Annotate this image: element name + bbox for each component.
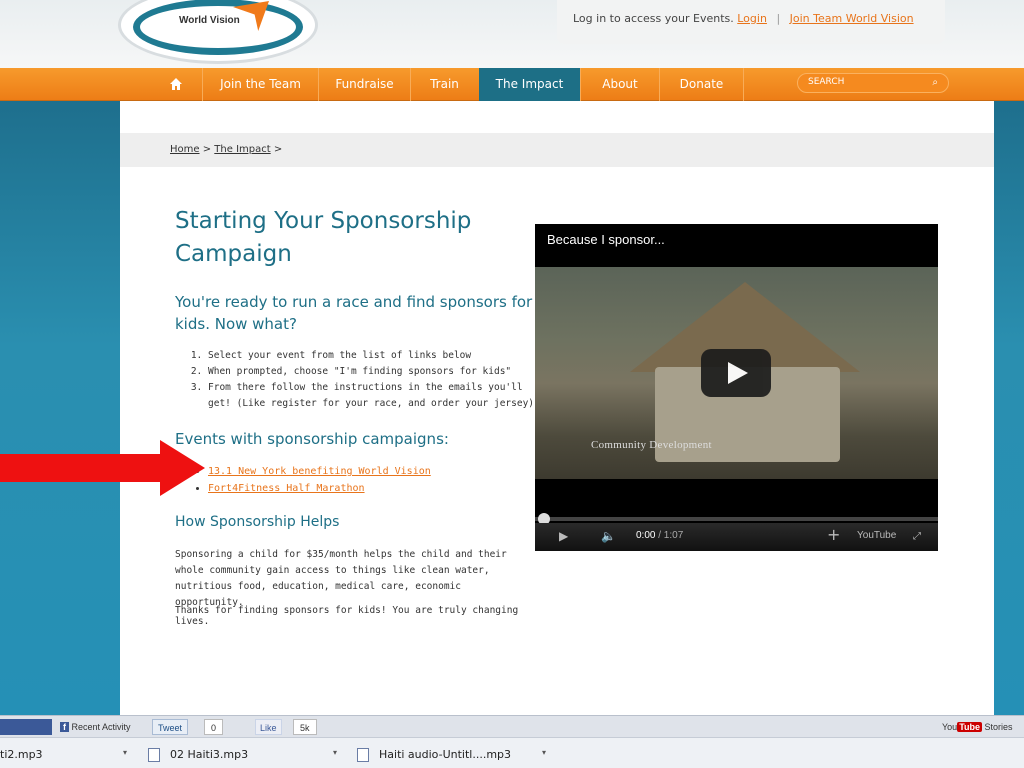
like-count: 5k bbox=[293, 719, 317, 735]
breadcrumb-the-impact[interactable]: The Impact bbox=[214, 144, 270, 155]
youtube-you: You bbox=[942, 722, 958, 732]
social-toolbar: f Recent Activity Tweet 0 Like 5k You Tub… bbox=[0, 715, 1024, 737]
fullscreen-icon[interactable]: ⤢ bbox=[913, 531, 921, 542]
video-title[interactable]: Because I sponsor... bbox=[547, 232, 665, 247]
add-icon[interactable]: + bbox=[827, 525, 840, 544]
stories-label: Stories bbox=[984, 722, 1013, 732]
search-icon[interactable]: ⌕ bbox=[932, 77, 938, 88]
world-vision-logo[interactable]: World Vision bbox=[118, 0, 318, 64]
play-overlay-button[interactable] bbox=[701, 349, 771, 397]
download-menu-icon[interactable]: ▾ bbox=[123, 748, 127, 757]
video-time: 0:00 / 1:07 bbox=[636, 530, 683, 541]
video-player[interactable]: Because I sponsor... Community Developme… bbox=[535, 224, 938, 551]
youtube-tube: Tube bbox=[957, 722, 983, 732]
like-button[interactable]: Like bbox=[255, 719, 282, 735]
event-link-13-1-new-york[interactable]: 13.1 New York benefiting World Vision bbox=[208, 466, 431, 477]
recent-activity-label: Recent Activity bbox=[71, 722, 131, 732]
login-prompt: Log in to access your Events. bbox=[573, 12, 734, 25]
download-menu-icon[interactable]: ▾ bbox=[333, 748, 337, 757]
logo-ring-shape bbox=[133, 0, 303, 55]
breadcrumb-separator: > bbox=[273, 144, 283, 155]
video-controls: ▶ 🔈 0:00 / 1:07 + YouTube ⤢ bbox=[535, 523, 938, 551]
download-filename: ti2.mp3 bbox=[0, 748, 43, 761]
download-filename: 02 Haiti3.mp3 bbox=[170, 748, 249, 761]
event-item: 13.1 New York benefiting World Vision bbox=[208, 463, 431, 480]
breadcrumb-separator: > bbox=[202, 144, 212, 155]
breadcrumb: Home > The Impact > bbox=[170, 144, 282, 155]
page-title: Starting Your Sponsorship Campaign bbox=[175, 208, 472, 267]
login-separator: | bbox=[776, 12, 781, 25]
nav-donate[interactable]: Donate bbox=[659, 68, 744, 101]
thumbnail-caption: Community Development bbox=[591, 439, 712, 451]
audio-file-icon bbox=[357, 748, 369, 762]
tweet-count: 0 bbox=[204, 719, 224, 735]
nav-the-impact[interactable]: The Impact bbox=[479, 68, 580, 101]
site-header: World Vision Log in to access your Event… bbox=[0, 0, 1024, 68]
red-arrow-annotation bbox=[0, 440, 205, 496]
help-paragraph: Sponsoring a child for $35/month helps t… bbox=[175, 549, 507, 608]
nav-fundraise[interactable]: Fundraise bbox=[318, 68, 410, 101]
youtube-logo[interactable]: YouTube bbox=[857, 530, 896, 541]
recent-activity[interactable]: f Recent Activity bbox=[60, 719, 131, 735]
facebook-icon: f bbox=[60, 722, 69, 732]
nav-home[interactable] bbox=[150, 68, 202, 101]
social-icons-strip[interactable] bbox=[0, 719, 52, 735]
events-list: 13.1 New York benefiting World Vision Fo… bbox=[208, 463, 431, 497]
logo-text: World Vision bbox=[179, 15, 240, 26]
thanks-paragraph: Thanks for finding sponsors for kids! Yo… bbox=[175, 605, 519, 627]
event-item: Fort4Fitness Half Marathon bbox=[208, 480, 431, 497]
nav-train[interactable]: Train bbox=[410, 68, 478, 101]
download-filename: Haiti audio-Untitl....mp3 bbox=[379, 748, 512, 761]
search-placeholder: SEARCH bbox=[808, 77, 845, 87]
tweet-button[interactable]: Tweet bbox=[152, 719, 189, 735]
download-menu-icon[interactable]: ▾ bbox=[542, 748, 546, 757]
login-link[interactable]: Login bbox=[737, 12, 767, 25]
page-subtitle: You're ready to run a race and find spon… bbox=[175, 293, 533, 333]
steps-list: Select your event from the list of links… bbox=[208, 348, 538, 412]
video-thumbnail[interactable]: Community Development bbox=[535, 267, 938, 479]
page-background-right bbox=[994, 100, 1024, 715]
join-team-link[interactable]: Join Team World Vision bbox=[790, 12, 914, 25]
home-icon bbox=[170, 78, 182, 90]
page-background-left bbox=[0, 100, 120, 715]
downloads-bar: ti2.mp3 ▾ 02 Haiti3.mp3 ▾ Haiti audio-Un… bbox=[0, 737, 1024, 768]
youtube-stories[interactable]: You Tube Stories bbox=[942, 719, 1013, 735]
nav-join-the-team[interactable]: Join the Team bbox=[202, 68, 318, 101]
breadcrumb-home[interactable]: Home bbox=[170, 144, 200, 155]
events-heading: Events with sponsorship campaigns: bbox=[175, 430, 449, 448]
time-current: 0:00 bbox=[636, 530, 656, 541]
download-item[interactable]: ti2.mp3 bbox=[0, 742, 132, 768]
step-item: From there follow the instructions in th… bbox=[208, 380, 538, 412]
nav-about[interactable]: About bbox=[580, 68, 659, 101]
step-item: Select your event from the list of links… bbox=[208, 348, 538, 364]
step-item: When prompted, choose "I'm finding spons… bbox=[208, 364, 538, 380]
video-progress-bar[interactable] bbox=[535, 517, 938, 521]
audio-file-icon bbox=[148, 748, 160, 762]
download-item[interactable]: Haiti audio-Untitl....mp3 bbox=[357, 742, 547, 768]
search-input[interactable]: SEARCH ⌕ bbox=[797, 73, 949, 93]
volume-icon[interactable]: 🔈 bbox=[601, 529, 616, 543]
play-icon[interactable]: ▶ bbox=[559, 529, 568, 543]
help-heading: How Sponsorship Helps bbox=[175, 514, 340, 530]
download-item[interactable]: 02 Haiti3.mp3 bbox=[148, 742, 338, 768]
event-link-fort4fitness[interactable]: Fort4Fitness Half Marathon bbox=[208, 483, 365, 494]
login-box: Log in to access your Events. Login | Jo… bbox=[557, 0, 945, 44]
time-total: / 1:07 bbox=[658, 530, 684, 541]
